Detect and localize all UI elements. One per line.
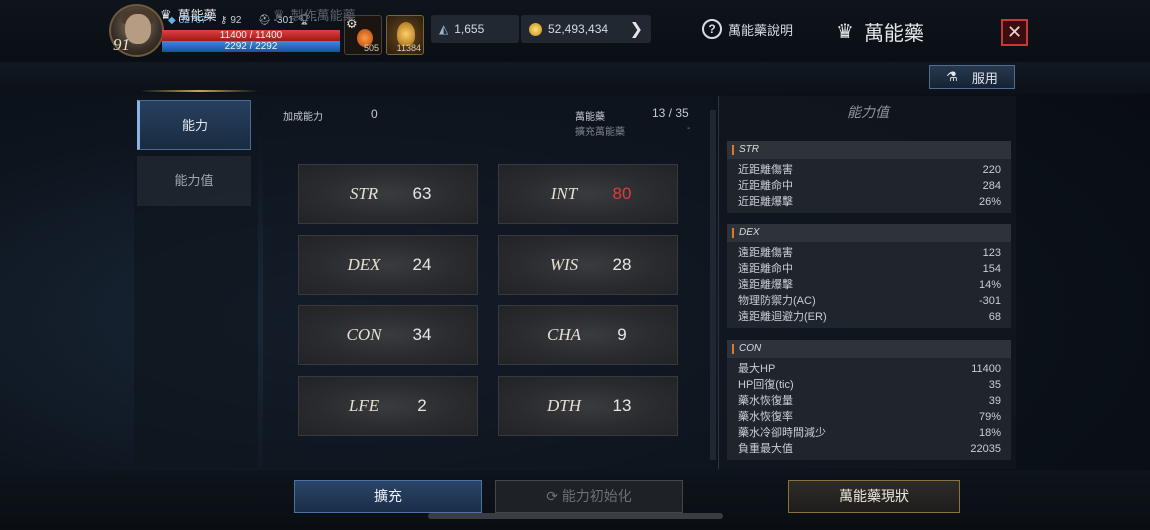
section-header: CON — [727, 340, 1011, 358]
nav-ability[interactable]: 能力 — [137, 100, 251, 150]
section-header: STR — [727, 141, 1011, 159]
chevron-right-icon[interactable]: ❯ — [630, 19, 643, 39]
crystal-icon: ◭ — [439, 22, 449, 36]
gold-currency: 52,493,434 ❯ — [521, 15, 651, 43]
gold-coin-icon — [529, 22, 542, 36]
tab-underline — [140, 90, 258, 92]
tab-craft-elixir[interactable]: ♛ 製作萬能藥 — [273, 5, 356, 24]
tab-elixir[interactable]: ♛ 萬能藥 — [160, 5, 217, 24]
stat-box-lfe[interactable]: LFE 2 — [298, 376, 478, 436]
craft-tab-icon: ♛ — [273, 6, 285, 22]
home-indicator — [428, 513, 723, 519]
stat-a: ⚷ 92 — [220, 15, 242, 26]
stat-row: 負重最大值 22035 — [738, 443, 1001, 455]
stat-row: HP回復(tic) 35 — [738, 379, 1001, 391]
panel-title: 能力值 — [847, 104, 889, 120]
stat-box-str[interactable]: STR 63 — [298, 164, 478, 224]
main-scrollbar[interactable] — [710, 110, 716, 460]
stat-row: 物理防禦力(AC) -301 — [738, 295, 1001, 307]
section-header: DEX — [727, 224, 1011, 242]
stat-box-dth[interactable]: DTH 13 — [498, 376, 678, 436]
section-con: CON 最大HP 11400 HP回復(tic) 35 藥水恢復量 39 藥水恢復率 7… — [727, 340, 1011, 460]
main-panel: 加成能力 0 萬能藥 13 / 35 擴充萬能藥 - STR 63 INT 80… — [263, 96, 713, 469]
elixir-status-button[interactable]: 萬能藥現狀 — [788, 480, 960, 513]
section-dex: DEX 遠距離傷害 123 遠距離命中 154 遠距離爆擊 14% 物理防禦力(AC)… — [727, 224, 1011, 328]
left-nav: 能力 能力值 — [134, 96, 258, 469]
elixir-count-label: 萬能藥 — [575, 112, 605, 123]
section-str: STR 近距離傷害 220 近距離命中 284 近距離爆擊 26% — [727, 141, 1011, 213]
stat-row: 近距離命中 284 — [738, 180, 1001, 192]
stat-row: 遠距離傷害 123 — [738, 247, 1001, 259]
elixir-title-icon: ♛ — [836, 21, 854, 43]
page-title: ♛ 萬能藥 — [836, 21, 924, 45]
stat-box-int[interactable]: INT 80 — [498, 164, 678, 224]
stat-row: 遠距離迴避力(ER) 68 — [738, 311, 1001, 323]
stat-box-wis[interactable]: WIS 28 — [498, 235, 678, 295]
reset-ability-button[interactable]: ⟳ 能力初始化 — [495, 480, 683, 513]
stat-row: 藥水恢復率 79% — [738, 411, 1001, 423]
stat-row: 近距離傷害 220 — [738, 164, 1001, 176]
elixir-tab-icon: ♛ — [160, 6, 172, 22]
elixir-count-value: 13 / 35 — [652, 106, 689, 120]
stat-box-con[interactable]: CON 34 — [298, 305, 478, 365]
expand-elixir-label: 擴充萬能藥 — [575, 127, 625, 138]
stat-row: 藥水恢復量 39 — [738, 395, 1001, 407]
key-icon: ⚷ — [220, 15, 228, 26]
mp-bar: 2292 / 2292 — [162, 41, 340, 52]
stat-row: 藥水冷卻時間減少 18% — [738, 427, 1001, 439]
ability-value-panel: 能力值 STR 近距離傷害 220 近距離命中 284 近距離爆擊 26% DEX 遠… — [718, 96, 1016, 469]
stat-row: 最大HP 11400 — [738, 363, 1001, 375]
stat-row: 遠距離爆擊 14% — [738, 279, 1001, 291]
stat-box-cha[interactable]: CHA 9 — [498, 305, 678, 365]
refresh-icon: ⟳ — [546, 488, 558, 504]
stat-row: 近距離爆擊 26% — [738, 196, 1001, 208]
bonus-label: 加成能力 — [283, 112, 323, 123]
expand-elixir-value: - — [687, 123, 691, 134]
stat-row: 遠距離命中 154 — [738, 263, 1001, 275]
crystal-currency: ◭ 1,655 — [431, 15, 519, 43]
expand-button[interactable]: 擴充 — [294, 480, 482, 513]
take-button[interactable]: ⚗ 服用 — [929, 65, 1015, 89]
help-button[interactable]: ? 萬能藥說明 — [702, 19, 793, 39]
question-icon: ? — [702, 19, 722, 39]
nav-ability-value[interactable]: 能力值 — [137, 156, 251, 206]
flask-icon: ⚗ — [946, 69, 958, 84]
stat-box-dex[interactable]: DEX 24 — [298, 235, 478, 295]
helmet-icon: ⛑ — [258, 15, 271, 26]
close-button[interactable]: ✕ — [1001, 19, 1028, 46]
player-level: 91 — [113, 35, 130, 54]
hp-bar: 11400 / 11400 — [162, 30, 340, 41]
bonus-value: 0 — [371, 107, 378, 121]
elixir-slot[interactable]: 11384 — [386, 15, 424, 55]
